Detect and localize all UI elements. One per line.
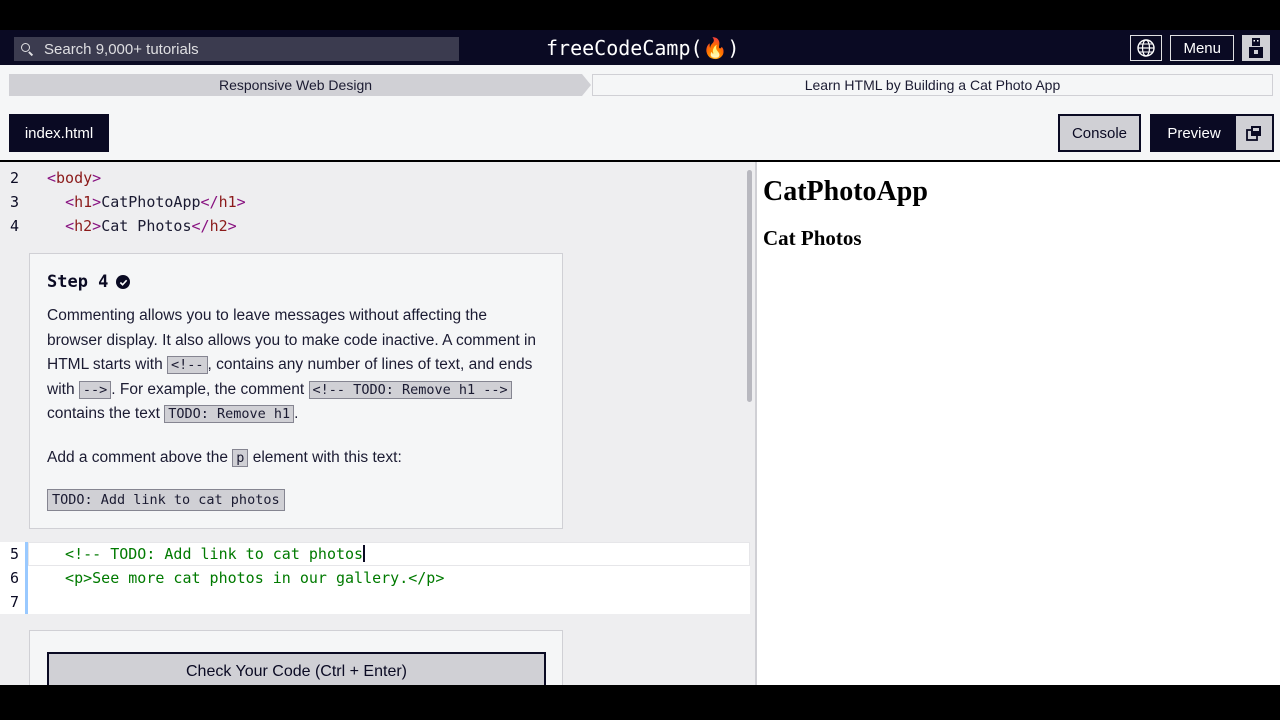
instruction-paragraph: Commenting allows you to leave messages …	[47, 307, 537, 423]
code-line[interactable]: 3 <h1>CatPhotoApp</h1>	[0, 190, 750, 214]
inline-code: TODO: Remove h1	[164, 405, 295, 423]
external-window-icon[interactable]	[1236, 116, 1272, 150]
step-instructions: Commenting allows you to leave messages …	[47, 304, 545, 470]
brand-logo[interactable]: freeCodeCamp(🔥)	[546, 36, 739, 60]
breadcrumb-superblock[interactable]: Responsive Web Design	[9, 74, 582, 96]
preview-heading-1: CatPhotoApp	[763, 176, 928, 207]
line-number: 7	[10, 593, 20, 611]
code-line[interactable]: 7	[0, 590, 750, 614]
preview-button-label: Preview	[1167, 124, 1221, 142]
nav-right-group: Menu	[1130, 35, 1270, 61]
breadcrumb-arrow	[582, 74, 591, 96]
preview-heading-2: Cat Photos	[763, 226, 862, 250]
avatar-icon	[1249, 38, 1263, 58]
top-navigation: freeCodeCamp(🔥) Menu	[0, 30, 1280, 65]
code-text[interactable]: <p>See more cat photos in our gallery.</…	[47, 566, 444, 590]
instruction-paragraph: Add a comment above the p element with t…	[47, 448, 402, 467]
code-text[interactable]: <!-- TODO: Add link to cat photos	[47, 542, 365, 566]
language-button[interactable]	[1130, 35, 1163, 61]
editable-region[interactable]: 5 <!-- TODO: Add link to cat photos 6 <p…	[0, 542, 750, 614]
inline-code: -->	[78, 380, 112, 399]
code-editor[interactable]: 2 <body> 3 <h1>CatPhotoApp</h1> 4 <h2>Ca…	[0, 162, 755, 685]
search-icon	[14, 37, 44, 61]
globe-icon	[1137, 39, 1156, 57]
user-avatar[interactable]	[1242, 35, 1270, 61]
menu-button[interactable]: Menu	[1170, 35, 1234, 61]
line-number: 3	[10, 193, 20, 211]
code-line[interactable]: 5 <!-- TODO: Add link to cat photos	[0, 542, 750, 566]
inline-code: <!--	[167, 356, 208, 374]
line-number: 5	[10, 545, 20, 563]
inline-code: p	[232, 448, 249, 467]
preview-pane: CatPhotoApp Cat Photos	[757, 162, 1280, 685]
preview-button[interactable]: Preview	[1150, 114, 1274, 152]
step-title: Step 4	[47, 270, 545, 294]
text-cursor	[363, 545, 365, 562]
tab-index-html[interactable]: index.html	[9, 114, 109, 152]
line-number: 2	[10, 169, 20, 187]
step-description-panel: Step 4 Commenting allows you to leave me…	[29, 253, 563, 529]
code-text: <h2>Cat Photos</h2>	[65, 217, 237, 235]
line-number: 6	[10, 569, 20, 587]
code-line[interactable]: 4 <h2>Cat Photos</h2>	[0, 214, 750, 238]
step-title-text: Step 4	[47, 272, 109, 292]
check-code-button[interactable]: Check Your Code (Ctrl + Enter)	[47, 652, 546, 685]
todo-code-block: TODO: Add link to cat photos	[47, 489, 285, 511]
checkmark-icon	[116, 275, 131, 289]
code-text: <body>	[47, 169, 102, 187]
code-text: <h1>CatPhotoApp</h1>	[65, 193, 246, 211]
breadcrumb-block[interactable]: Learn HTML by Building a Cat Photo App	[592, 74, 1273, 96]
code-line[interactable]: 2 <body>	[0, 166, 750, 190]
code-line[interactable]: 6 <p>See more cat photos in our gallery.…	[0, 566, 750, 590]
search-bar[interactable]	[14, 37, 459, 61]
editor-scrollbar[interactable]	[747, 170, 752, 402]
inline-code: <!-- TODO: Remove h1 -->	[308, 380, 512, 399]
line-number: 4	[10, 217, 20, 235]
app-window: freeCodeCamp(🔥) Menu	[0, 0, 1280, 720]
console-button[interactable]: Console	[1058, 114, 1141, 152]
search-input[interactable]	[44, 40, 444, 58]
breadcrumb-bar: Responsive Web Design Learn HTML by Buil…	[0, 65, 1280, 160]
action-panel: Check Your Code (Ctrl + Enter)	[29, 630, 563, 685]
